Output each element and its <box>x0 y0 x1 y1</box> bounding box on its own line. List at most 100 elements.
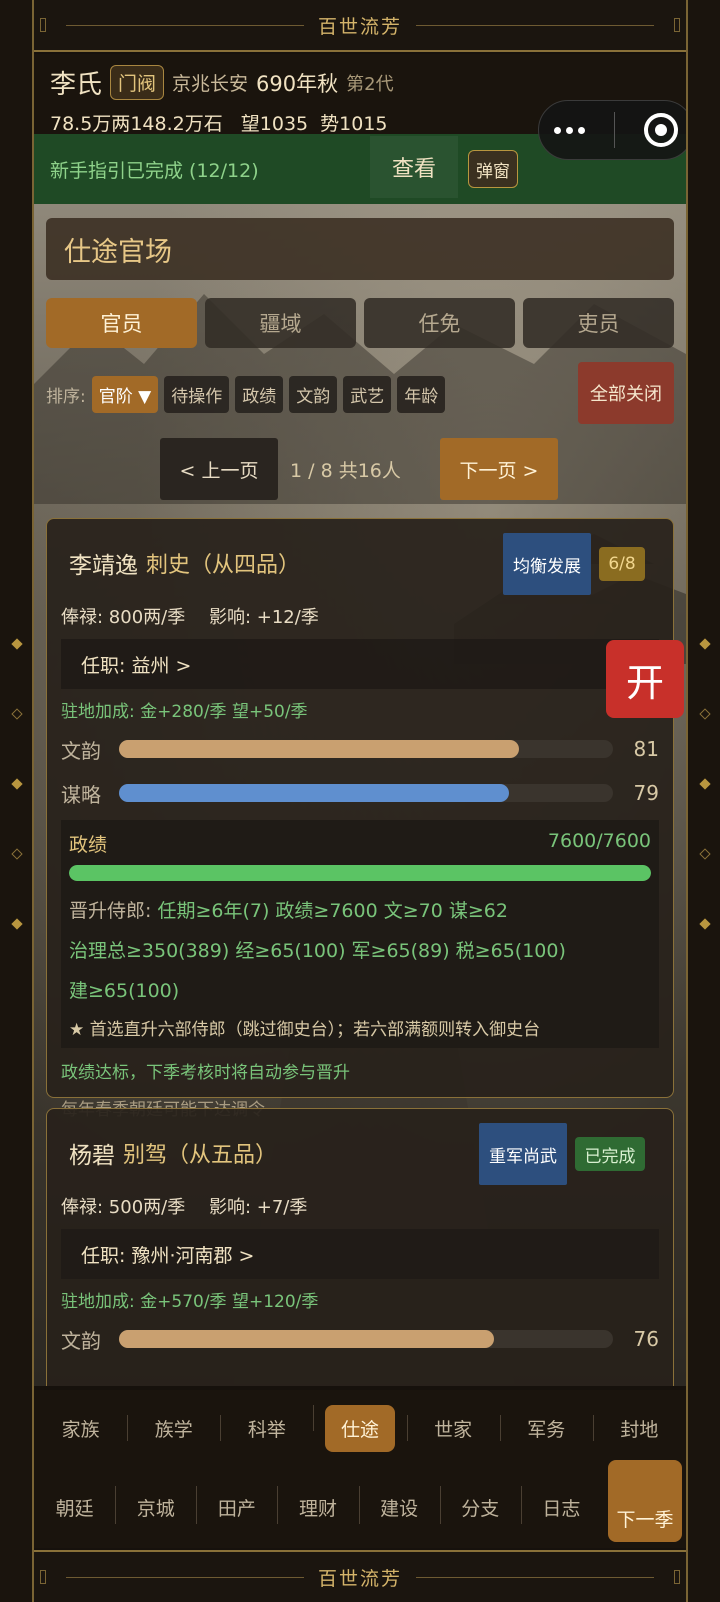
sort-by-age[interactable]: 年龄 <box>397 376 446 413</box>
sort-by-performance[interactable]: 政绩 <box>235 376 284 413</box>
stat-bar <box>119 784 613 802</box>
top-banner: 百世流芳 <box>34 0 686 52</box>
post-row[interactable]: 任职: 益州 > <box>61 639 659 689</box>
nav-branch[interactable]: 分支 <box>439 1485 521 1524</box>
banner-cap <box>674 1570 681 1584</box>
prestige: 望1035 <box>240 113 309 135</box>
nav-career[interactable]: 仕途 <box>313 1404 406 1452</box>
close-miniprogram-icon[interactable] <box>644 113 679 147</box>
banner-line <box>66 1576 304 1578</box>
sort-by-literary[interactable]: 文韵 <box>289 376 338 413</box>
promote-req-line3: 建≥65(100) <box>69 980 180 1002</box>
promotion-note: ★ 首选直升六部侍郎（跳过御史台）；若六部满额则转入御史台 <box>69 1020 541 1040</box>
nav-family[interactable]: 家族 <box>34 1415 127 1442</box>
official-card[interactable]: 李靖逸 刺史（从四品） 均衡发展 6/8 俸禄: 800两/季 影响: +12/… <box>46 518 674 1120</box>
strategy-tag[interactable]: 重军尚武 <box>479 1123 567 1185</box>
progress-tag: 6/8 <box>599 547 645 581</box>
grain-amount: 148.2万石 <box>130 113 223 135</box>
sort-by-martial[interactable]: 武艺 <box>343 376 392 413</box>
capsule-divider <box>613 112 615 148</box>
banner-title: 百世流芳 <box>318 15 403 38</box>
stat-fill <box>119 1330 495 1348</box>
nav-estate[interactable]: 田产 <box>196 1485 277 1524</box>
ornament-diamond <box>699 778 711 790</box>
performance-label: 政绩 <box>69 834 108 856</box>
banner-title: 百世流芳 <box>318 1567 403 1590</box>
app-container: 李氏 门阀 京兆长安 690年秋 第2代 78.5万两148.2万石 望1035… <box>34 54 686 1548</box>
power: 势1015 <box>320 113 388 135</box>
content-area: 仕途官场 官员 疆域 任免 吏员 排序: 官阶 ▼ 待操作 政绩 文韵 武艺 年… <box>34 204 686 1386</box>
open-button[interactable]: 开 <box>606 640 684 718</box>
more-icon[interactable] <box>553 126 585 134</box>
section-title: 仕途官场 <box>46 218 674 280</box>
nav-construction[interactable]: 建设 <box>358 1485 440 1524</box>
secondary-nav: 朝廷 京城 田产 理财 建设 分支 日志 <box>34 1466 686 1548</box>
official-card[interactable]: 杨碧 别驾（从五品） 重军尚武 已完成 俸禄: 500两/季 影响: +7/季 … <box>46 1108 674 1386</box>
ornament-diamond <box>699 918 711 930</box>
promotion-requirements: 晋升侍郎: 任期≥6年(7) 政绩≥7600 文≥70 谋≥62 治理总≥350… <box>69 891 651 1011</box>
influence: 影响: +7/季 <box>208 1197 308 1218</box>
view-guide-button[interactable]: 查看 <box>370 136 458 198</box>
promote-req: 任期≥6年(7) 政绩≥7600 文≥70 谋≥62 <box>157 900 508 922</box>
nav-noble-houses[interactable]: 世家 <box>406 1414 500 1442</box>
banner-cap <box>40 1570 46 1584</box>
stat-value: 81 <box>633 737 659 761</box>
tab-territory[interactable]: 疆域 <box>205 298 356 348</box>
stat-value: 76 <box>633 1327 659 1351</box>
silver-amount: 78.5万两 <box>50 113 131 135</box>
tab-appointment[interactable]: 任免 <box>364 298 515 348</box>
prev-page-button[interactable]: < 上一页 <box>160 438 278 500</box>
post-row[interactable]: 任职: 豫州·河南郡 > <box>61 1229 659 1279</box>
promote-req-line2: 治理总≥350(389) 经≥65(100) 军≥65(89) 税≥65(100… <box>69 940 566 962</box>
next-season-button[interactable]: 下一季 <box>608 1460 682 1542</box>
performance-bar <box>69 865 651 881</box>
next-page-button[interactable]: 下一页 > <box>440 438 558 500</box>
location: 京兆长安 <box>172 73 249 95</box>
nav-fief[interactable]: 封地 <box>592 1414 686 1442</box>
stat-fill <box>119 784 510 802</box>
tab-clerks[interactable]: 吏员 <box>523 298 674 348</box>
influence: 影响: +12/季 <box>208 607 319 628</box>
nav-log[interactable]: 日志 <box>520 1485 602 1524</box>
official-rank: 别驾（从五品） <box>123 1143 278 1168</box>
salary: 俸禄: 800两/季 <box>61 607 186 628</box>
station-bonus: 驻地加成: 金+280/季 望+50/季 <box>61 702 308 722</box>
nav-court[interactable]: 朝廷 <box>34 1494 115 1521</box>
ornament-diamond <box>11 848 23 860</box>
official-tabs: 官员 疆域 任免 吏员 <box>46 298 674 348</box>
stat-bar <box>119 1330 613 1348</box>
performance-fill <box>69 865 651 881</box>
salary: 俸禄: 500两/季 <box>61 1197 186 1218</box>
nav-exam[interactable]: 科举 <box>220 1414 313 1442</box>
banner-cap <box>674 18 681 32</box>
official-rank: 刺史（从四品） <box>146 553 301 578</box>
clan-name: 李氏 <box>50 70 103 100</box>
ornament-diamond <box>699 848 711 860</box>
official-name: 杨碧 <box>69 1143 115 1169</box>
tab-officials[interactable]: 官员 <box>46 298 197 348</box>
banner-line <box>416 24 655 26</box>
performance-ok-text: 政绩达标，下季考核时将自动参与晋升 <box>61 1063 350 1083</box>
stat-row-literary: 文韵 81 <box>61 732 659 766</box>
close-all-button[interactable]: 全部关闭 <box>578 362 674 424</box>
stat-bar <box>119 740 613 758</box>
banner-line <box>416 1576 655 1578</box>
left-frame <box>0 0 34 1602</box>
popup-button[interactable]: 弹窗 <box>468 150 518 188</box>
sort-by-pending[interactable]: 待操作 <box>164 376 230 413</box>
stat-row-literary: 文韵 76 <box>61 1322 659 1356</box>
bottom-banner: 百世流芳 <box>34 1550 686 1602</box>
sort-by-rank[interactable]: 官阶 ▼ <box>91 376 159 413</box>
primary-nav: 家族 族学 科举 仕途 世家 军务 封地 <box>34 1390 686 1466</box>
ornament-diamond <box>11 778 23 790</box>
nav-finance[interactable]: 理财 <box>277 1485 358 1524</box>
nav-capital[interactable]: 京城 <box>115 1485 196 1524</box>
performance-panel: 政绩 7600/7600 晋升侍郎: 任期≥6年(7) 政绩≥7600 文≥70… <box>61 820 659 1048</box>
banner-line <box>66 24 304 26</box>
nav-military[interactable]: 军务 <box>499 1414 593 1442</box>
strategy-tag[interactable]: 均衡发展 <box>503 533 591 595</box>
nav-clan-school[interactable]: 族学 <box>127 1414 220 1442</box>
stat-fill <box>119 740 520 758</box>
right-frame <box>686 0 720 1602</box>
season: 690年秋 <box>256 71 339 96</box>
